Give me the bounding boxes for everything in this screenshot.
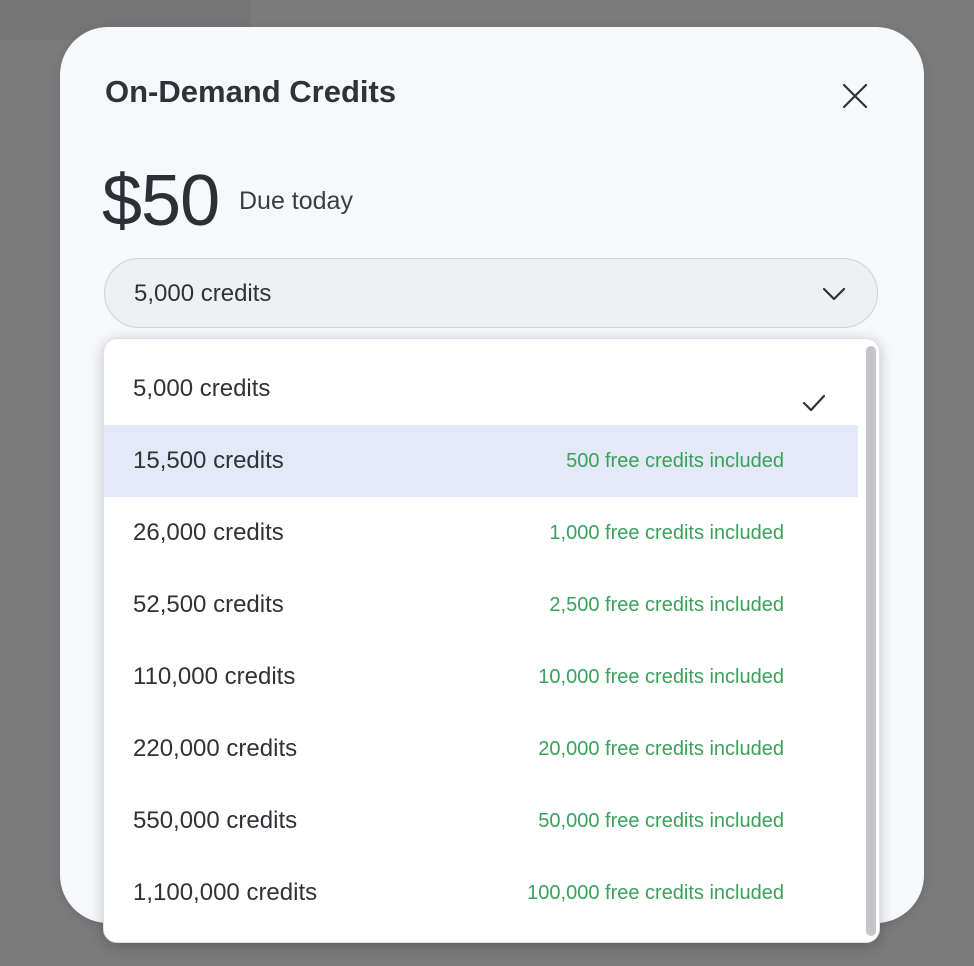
- option-bonus: 10,000 free credits included: [538, 666, 784, 688]
- option-bonus: 500 free credits included: [566, 450, 784, 472]
- dropdown-option[interactable]: 15,500 credits 500 free credits included: [104, 425, 858, 497]
- option-label: 5,000 credits: [133, 375, 271, 402]
- option-bonus: 50,000 free credits included: [538, 810, 784, 832]
- dropdown-option[interactable]: 550,000 credits 50,000 free credits incl…: [104, 785, 858, 857]
- option-bonus: 20,000 free credits included: [538, 738, 784, 760]
- dropdown-scrollbar[interactable]: [866, 346, 876, 936]
- dropdown-option[interactable]: 5,000 credits: [104, 353, 858, 425]
- option-label: 26,000 credits: [133, 519, 284, 546]
- chevron-down-icon: [821, 283, 847, 305]
- option-label: 15,500 credits: [133, 447, 284, 474]
- dropdown-option[interactable]: 52,500 credits 2,500 free credits includ…: [104, 569, 858, 641]
- credits-select-value: 5,000 credits: [134, 280, 272, 307]
- close-button[interactable]: [836, 77, 874, 115]
- option-bonus: 1,000 free credits included: [549, 522, 784, 544]
- credits-select[interactable]: 5,000 credits: [104, 258, 878, 328]
- option-label: 550,000 credits: [133, 807, 298, 834]
- option-label: 110,000 credits: [133, 663, 296, 690]
- close-icon: [842, 83, 868, 109]
- price-amount: $50: [102, 161, 220, 241]
- dropdown-option[interactable]: 26,000 credits 1,000 free credits includ…: [104, 497, 858, 569]
- dropdown-option[interactable]: 220,000 credits 20,000 free credits incl…: [104, 713, 858, 785]
- option-label: 220,000 credits: [133, 735, 298, 762]
- checkmark-icon: [801, 392, 827, 414]
- option-label: 1,100,000 credits: [133, 879, 318, 906]
- dialog-title: On-Demand Credits: [105, 74, 397, 109]
- dropdown-option[interactable]: 110,000 credits 10,000 free credits incl…: [104, 641, 858, 713]
- option-label: 52,500 credits: [133, 591, 284, 618]
- credits-dropdown-menu: 5,000 credits 15,500 credits 500 free cr…: [103, 338, 880, 943]
- option-bonus: 100,000 free credits included: [527, 882, 784, 904]
- price-caption: Due today: [239, 187, 353, 215]
- option-bonus: 2,500 free credits included: [549, 594, 784, 616]
- dropdown-option[interactable]: 1,100,000 credits 100,000 free credits i…: [104, 857, 858, 929]
